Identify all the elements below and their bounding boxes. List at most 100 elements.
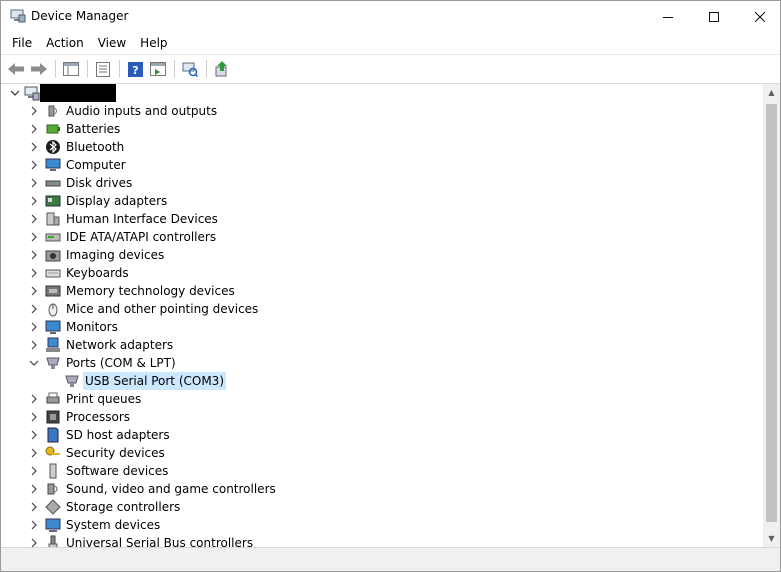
chevron-right-icon[interactable] — [27, 320, 41, 334]
tree-category-label: Keyboards — [66, 266, 129, 280]
chevron-right-icon[interactable] — [27, 194, 41, 208]
tree-device[interactable]: USB Serial Port (COM3) — [2, 372, 762, 390]
chevron-right-icon[interactable] — [27, 158, 41, 172]
chevron-right-icon[interactable] — [27, 176, 41, 190]
chevron-right-icon[interactable] — [27, 536, 41, 547]
chevron-right-icon[interactable] — [27, 446, 41, 460]
tree-category-label: Bluetooth — [66, 140, 125, 154]
chevron-right-icon[interactable] — [27, 104, 41, 118]
scan-hardware-icon — [182, 62, 198, 77]
tree-category[interactable]: Monitors — [2, 318, 762, 336]
chevron-right-icon[interactable] — [27, 122, 41, 136]
tree-category[interactable]: Disk drives — [2, 174, 762, 192]
chevron-down-icon[interactable] — [27, 356, 41, 370]
keyboard-icon — [45, 269, 61, 278]
tree-category[interactable]: Sound, video and game controllers — [2, 480, 762, 498]
disk-drive-icon — [45, 180, 61, 187]
maximize-icon — [709, 11, 719, 22]
tree-category[interactable]: System devices — [2, 516, 762, 534]
close-button[interactable] — [737, 1, 780, 32]
svg-text:?: ? — [132, 64, 138, 77]
chevron-right-icon[interactable] — [27, 302, 41, 316]
computer-icon — [24, 86, 40, 101]
chevron-right-icon[interactable] — [27, 518, 41, 532]
tree-category[interactable]: Print queues — [2, 390, 762, 408]
tree-category[interactable]: Ports (COM & LPT) — [2, 354, 762, 372]
menu-file[interactable]: File — [5, 32, 39, 54]
chevron-right-icon[interactable] — [27, 500, 41, 514]
tree-category-label: Software devices — [66, 464, 169, 478]
computer-icon — [45, 158, 61, 171]
help-button[interactable]: ? — [124, 58, 146, 80]
action-pane-button[interactable] — [147, 58, 169, 80]
chevron-right-icon[interactable] — [27, 464, 41, 478]
menu-view[interactable]: View — [91, 32, 133, 54]
mouse-icon — [48, 303, 58, 317]
vertical-scrollbar[interactable]: ▲ ▼ — [763, 84, 780, 547]
properties-button[interactable] — [92, 58, 114, 80]
tree-category-label: Display adapters — [66, 194, 168, 208]
forward-button[interactable] — [28, 58, 50, 80]
tree-category[interactable]: Human Interface Devices — [2, 210, 762, 228]
show-hide-console-tree-button[interactable] — [60, 58, 82, 80]
chevron-right-icon[interactable] — [27, 284, 41, 298]
chevron-right-icon[interactable] — [27, 248, 41, 262]
chevron-right-icon[interactable] — [27, 482, 41, 496]
tree-category[interactable]: Universal Serial Bus controllers — [2, 534, 762, 547]
chevron-right-icon[interactable] — [27, 212, 41, 226]
tree-category-label: Ports (COM & LPT) — [66, 356, 176, 370]
toolbar-separator — [55, 60, 56, 78]
tree-category-label: IDE ATA/ATAPI controllers — [66, 230, 217, 244]
tree-category[interactable]: Keyboards — [2, 264, 762, 282]
tree-category[interactable]: Storage controllers — [2, 498, 762, 516]
chevron-right-icon[interactable] — [27, 230, 41, 244]
tree-category[interactable]: SD host adapters — [2, 426, 762, 444]
system-device-icon — [45, 518, 61, 532]
scroll-down-arrow-icon[interactable]: ▼ — [763, 530, 780, 547]
menu-action[interactable]: Action — [39, 32, 91, 54]
port-icon — [46, 357, 60, 369]
usb-icon — [48, 535, 58, 547]
tree-category[interactable]: Mice and other pointing devices — [2, 300, 762, 318]
tree-category[interactable]: Memory technology devices — [2, 282, 762, 300]
tree-category-label: Processors — [66, 410, 131, 424]
scan-hardware-changes-button[interactable] — [179, 58, 201, 80]
tree-category[interactable]: Network adapters — [2, 336, 762, 354]
update-driver-button[interactable] — [211, 58, 233, 80]
chevron-right-icon[interactable] — [27, 140, 41, 154]
chevron-right-icon[interactable] — [27, 266, 41, 280]
sd-card-icon — [47, 427, 59, 443]
scroll-thumb[interactable] — [766, 104, 777, 522]
maximize-button[interactable] — [691, 1, 737, 32]
tree-category[interactable]: Imaging devices — [2, 246, 762, 264]
tree-category[interactable]: Bluetooth — [2, 138, 762, 156]
tree-category-label: SD host adapters — [66, 428, 170, 442]
tree-category[interactable]: IDE ATA/ATAPI controllers — [2, 228, 762, 246]
tree-category[interactable]: Display adapters — [2, 192, 762, 210]
tree-category-label: Imaging devices — [66, 248, 165, 262]
tree-category[interactable]: Security devices — [2, 444, 762, 462]
sound-icon — [47, 483, 58, 495]
minimize-button[interactable] — [645, 1, 691, 32]
device-tree[interactable]: Audio inputs and outputs Batteries Bluetoo… — [2, 84, 762, 547]
chevron-right-icon[interactable] — [27, 428, 41, 442]
minimize-icon — [663, 16, 673, 18]
chevron-right-icon[interactable] — [27, 338, 41, 352]
chevron-right-icon[interactable] — [27, 410, 41, 424]
menu-help[interactable]: Help — [133, 32, 174, 54]
back-button[interactable] — [5, 58, 27, 80]
scroll-up-arrow-icon[interactable]: ▲ — [763, 84, 780, 101]
tree-category[interactable]: Audio inputs and outputs — [2, 102, 762, 120]
tree-category-label: Universal Serial Bus controllers — [66, 536, 254, 547]
help-icon: ? — [127, 61, 143, 77]
toolbar-separator — [174, 60, 175, 78]
tree-category-label: Print queues — [66, 392, 142, 406]
tree-category[interactable]: Software devices — [2, 462, 762, 480]
chevron-right-icon[interactable] — [27, 392, 41, 406]
tree-category[interactable]: Computer — [2, 156, 762, 174]
chevron-down-icon[interactable] — [8, 86, 22, 100]
title-bar[interactable]: Device Manager — [1, 1, 780, 32]
tree-category[interactable]: Batteries — [2, 120, 762, 138]
tree-root[interactable] — [2, 84, 762, 102]
tree-category[interactable]: Processors — [2, 408, 762, 426]
